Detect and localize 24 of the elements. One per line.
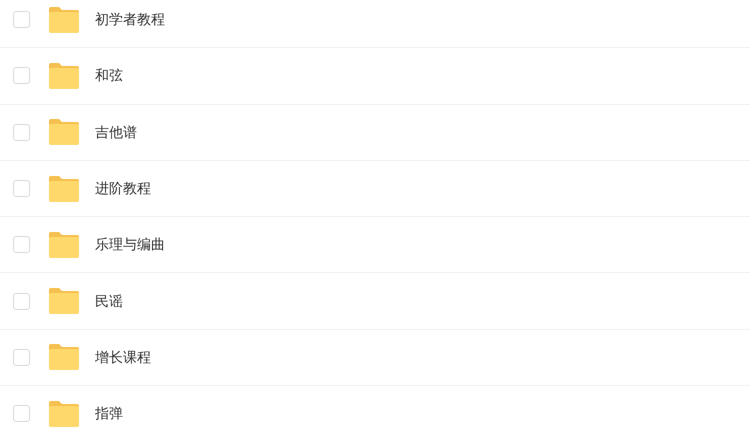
checkbox[interactable] [13,292,30,310]
folder-name[interactable]: 和弦 [95,65,123,86]
folder-name[interactable]: 民谣 [95,290,123,312]
checkbox[interactable] [13,67,30,84]
checkbox[interactable] [13,180,30,198]
folder-icon [48,6,80,34]
folder-name[interactable]: 进阶教程 [95,178,151,200]
folder-name[interactable]: 乐理与编曲 [95,234,165,256]
folder-name[interactable]: 指弹 [95,403,123,424]
folder-icon [48,287,80,316]
folder-name[interactable]: 增长课程 [95,346,151,368]
folder-icon [48,400,80,428]
checkbox[interactable] [13,348,30,366]
folder-icon [48,230,80,259]
folder-icon [48,62,80,90]
folder-icon [48,174,80,203]
checkbox[interactable] [13,405,30,422]
folder-name[interactable]: 吉他谱 [95,122,137,143]
folder-icon [48,118,80,146]
checkbox[interactable] [13,124,30,141]
folder-name[interactable]: 初学者教程 [95,9,165,30]
checkbox[interactable] [13,236,30,254]
checkbox[interactable] [13,11,30,28]
folder-icon [48,343,80,372]
